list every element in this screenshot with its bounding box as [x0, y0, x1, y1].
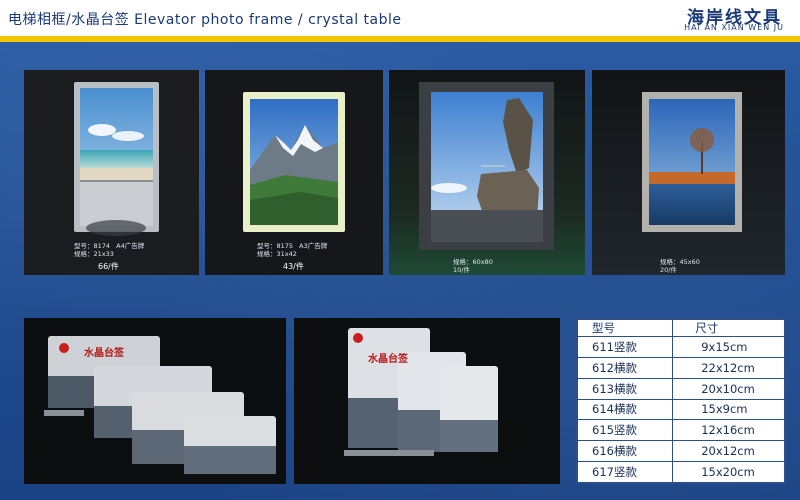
- header-size: 尺寸: [672, 319, 785, 337]
- brand-name-english: HAI AN XIAN WEN JU: [684, 23, 784, 32]
- table-row: 615竖款 12x16cm: [576, 419, 785, 442]
- crystal-signs-vertical-panel: 水晶台签: [294, 318, 560, 484]
- table-header-row: 型号 尺寸: [576, 319, 785, 337]
- row-model: 616横款: [576, 440, 674, 463]
- row-model: 611竖款: [576, 336, 674, 358]
- table-row: 612横款 22x12cm: [576, 356, 785, 379]
- product-panel-4: 规格：45x60 20/件: [592, 70, 785, 275]
- product-size: 规格：31x42: [257, 250, 297, 258]
- crystal-signs-horizontal-panel: 水晶台签: [24, 318, 286, 484]
- product-price: 10/件: [453, 266, 470, 274]
- row-model: 612横款: [576, 356, 674, 379]
- product-note: A3广告牌: [299, 242, 328, 250]
- spec-table: 型号 尺寸 611竖款 9x15cm 612横款 22x12cm 613横款 2…: [576, 318, 786, 484]
- row-size: 15x20cm: [672, 461, 785, 483]
- frame-photo-rock: [419, 82, 554, 250]
- row-size: 22x12cm: [672, 356, 785, 379]
- row-model: 614横款: [576, 398, 674, 421]
- product-size: 规格：21x33: [74, 250, 114, 258]
- row-size: 9x15cm: [672, 336, 785, 358]
- header-model: 型号: [576, 319, 674, 337]
- crystal-sign-label: 水晶台签: [84, 348, 124, 359]
- table-row: 614横款 15x9cm: [576, 398, 785, 421]
- product-model: 型号：8175: [257, 242, 294, 250]
- row-size: 15x9cm: [672, 398, 785, 421]
- crystal-sign-vertical-image: [344, 328, 498, 456]
- row-size: 12x16cm: [672, 419, 785, 442]
- product-panel-3: 规格：60x80 10/件: [389, 70, 585, 275]
- table-row: 616横款 20x12cm: [576, 440, 785, 463]
- row-size: 20x10cm: [672, 377, 785, 400]
- row-model: 613横款: [576, 377, 674, 400]
- crystal-sign-label: 水晶台签: [368, 354, 408, 365]
- product-note: A4广告牌: [116, 242, 145, 250]
- row-model: 617竖款: [576, 461, 674, 483]
- row-model: 615竖款: [576, 419, 674, 442]
- frame-photo-lake: [642, 92, 742, 232]
- product-panel-2: 型号：8175 A3广告牌 规格：31x42 43/件: [205, 70, 383, 275]
- table-row: 617竖款 15x20cm: [576, 461, 785, 483]
- product-price: 43/件: [283, 262, 304, 271]
- page-title: 电梯相框/水晶台签 Elevator photo frame / crystal…: [8, 12, 402, 28]
- table-row: 611竖款 9x15cm: [576, 336, 785, 358]
- product-price: 66/件: [98, 262, 119, 271]
- table-row: 613横款 20x10cm: [576, 377, 785, 400]
- row-size: 20x12cm: [672, 440, 785, 463]
- header-bar: 电梯相框/水晶台签 Elevator photo frame / crystal…: [0, 0, 800, 36]
- crystal-sign-horizontal-image: [44, 336, 276, 474]
- product-model: 型号：8174: [74, 242, 111, 250]
- product-size: 规格：45x60: [660, 258, 700, 266]
- product-panel-1: 型号：8174 A4广告牌 规格：21x33 66/件: [24, 70, 199, 275]
- product-price: 20/件: [660, 266, 677, 274]
- product-size: 规格：60x80: [453, 258, 493, 266]
